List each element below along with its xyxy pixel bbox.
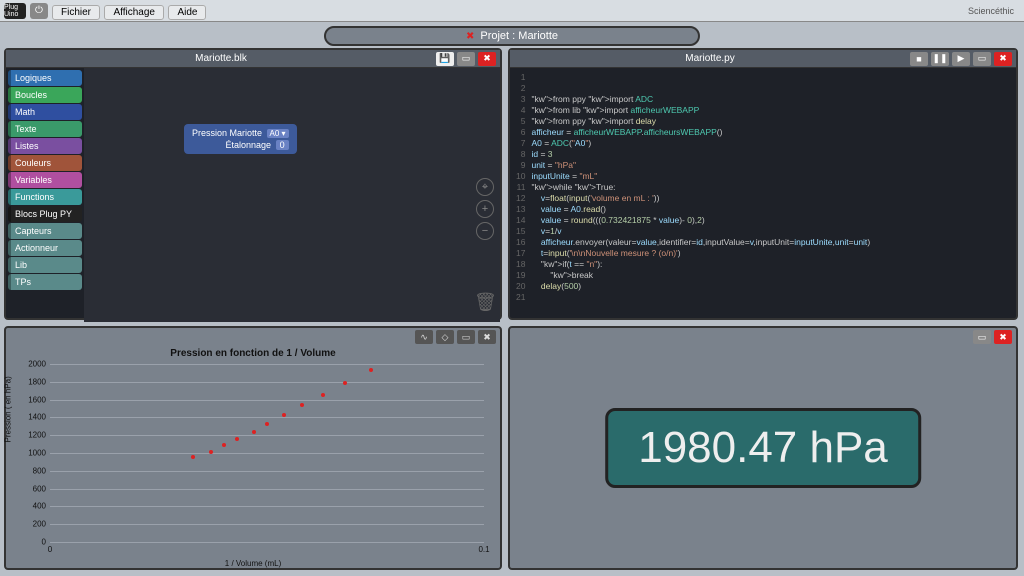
category-tps[interactable]: TPs (8, 274, 82, 290)
block-port-tag[interactable]: A0 ▾ (267, 129, 289, 138)
pression-block[interactable]: Pression Mariotte A0 ▾ Étalonnage 0 (184, 124, 297, 154)
close-icon[interactable]: ✖ (994, 52, 1012, 66)
stop-icon[interactable]: ■ (910, 52, 928, 66)
erase-icon[interactable]: ◇ (436, 330, 454, 344)
pressure-readout: 1980.47 hPa (605, 408, 921, 488)
ytick-label: 1000 (20, 449, 46, 458)
blocks-canvas[interactable]: Pression Mariotte A0 ▾ Étalonnage 0 ⌖ + … (84, 68, 500, 322)
brand-label: Sciencéthic (968, 6, 1020, 16)
data-point (282, 413, 286, 417)
chart-panel: ∿ ◇ ▭ ✖ Pression en fonction de 1 / Volu… (4, 326, 502, 570)
category-logiques[interactable]: Logiques (8, 70, 82, 86)
zoom-out-icon[interactable]: − (476, 222, 494, 240)
maximize-icon[interactable]: ▭ (973, 330, 991, 344)
data-point (265, 422, 269, 426)
menu-affichage[interactable]: Affichage (104, 5, 164, 20)
ytick-label: 600 (20, 484, 46, 493)
save-icon[interactable]: 💾 (436, 52, 454, 66)
wave-icon[interactable]: ∿ (415, 330, 433, 344)
category-capteurs[interactable]: Capteurs (8, 223, 82, 239)
close-project-icon[interactable]: ✖ (466, 31, 474, 42)
chart-title: Pression en fonction de 1 / Volume (6, 346, 500, 359)
data-point (191, 455, 195, 459)
category-lib[interactable]: Lib (8, 257, 82, 273)
category-couleurs[interactable]: Couleurs (8, 155, 82, 171)
data-point (343, 381, 347, 385)
category-actionneur[interactable]: Actionneur (8, 240, 82, 256)
ytick-label: 1200 (20, 431, 46, 440)
data-point (235, 437, 239, 441)
data-point (369, 368, 373, 372)
ytick-label: 2000 (20, 360, 46, 369)
ytick-label: 1800 (20, 377, 46, 386)
category-math[interactable]: Math (8, 104, 82, 120)
data-point (222, 443, 226, 447)
category-listes[interactable]: Listes (8, 138, 82, 154)
data-point (321, 393, 325, 397)
maximize-icon[interactable]: ▭ (973, 52, 991, 66)
maximize-icon[interactable]: ▭ (457, 52, 475, 66)
readout-panel: ▭ ✖ 1980.47 hPa (508, 326, 1018, 570)
zoom-in-icon[interactable]: + (476, 200, 494, 218)
blocks-panel-title: Mariotte.blk (6, 53, 436, 64)
chart-plot-area[interactable]: 020040060080010001200140016001800200000.… (50, 364, 484, 542)
data-point (209, 450, 213, 454)
chart-ylabel: Pression ( en hPa) (4, 376, 13, 442)
close-icon[interactable]: ✖ (478, 330, 496, 344)
ytick-label: 200 (20, 520, 46, 529)
data-point (300, 403, 304, 407)
ytick-label: 800 (20, 466, 46, 475)
ytick-label: 1400 (20, 413, 46, 422)
category-blocs-plug-py[interactable]: Blocs Plug PY (8, 206, 82, 222)
code-editor[interactable]: 1 2 3 4 5 6 7 8 9 10 11 12 13 14 15 16 1… (510, 68, 1016, 307)
category-variables[interactable]: Variables (8, 172, 82, 188)
maximize-icon[interactable]: ▭ (457, 330, 475, 344)
ytick-label: 400 (20, 502, 46, 511)
project-title: Projet : Mariotte (480, 30, 558, 42)
xtick-label: 0.1 (478, 545, 489, 554)
app-logo: Plug Uino (4, 3, 26, 19)
ytick-label: 1600 (20, 395, 46, 404)
code-panel: Mariotte.py ■ ❚❚ ▶ ▭ ✖ 1 2 3 4 5 6 7 8 9… (508, 48, 1018, 320)
power-icon[interactable]: ⏻ (30, 3, 48, 19)
pause-icon[interactable]: ❚❚ (931, 52, 949, 66)
code-panel-title: Mariotte.py (510, 53, 910, 64)
trash-icon[interactable]: 🗑 (474, 292, 494, 316)
block-calib-value[interactable]: 0 (276, 140, 289, 150)
ytick-label: 0 (20, 538, 46, 547)
menu-fichier[interactable]: Fichier (52, 5, 100, 20)
category-texte[interactable]: Texte (8, 121, 82, 137)
recenter-icon[interactable]: ⌖ (476, 178, 494, 196)
category-boucles[interactable]: Boucles (8, 87, 82, 103)
blocks-panel: Mariotte.blk 💾 ▭ ✖ LogiquesBouclesMathTe… (4, 48, 502, 320)
project-bar: ✖ Projet : Mariotte (324, 26, 700, 46)
close-icon[interactable]: ✖ (478, 52, 496, 66)
xtick-label: 0 (48, 545, 52, 554)
close-icon[interactable]: ✖ (994, 330, 1012, 344)
category-functions[interactable]: Functions (8, 189, 82, 205)
data-point (252, 430, 256, 434)
play-icon[interactable]: ▶ (952, 52, 970, 66)
chart-xlabel: 1 / Volume (mL) (225, 559, 281, 568)
menu-aide[interactable]: Aide (168, 5, 206, 20)
